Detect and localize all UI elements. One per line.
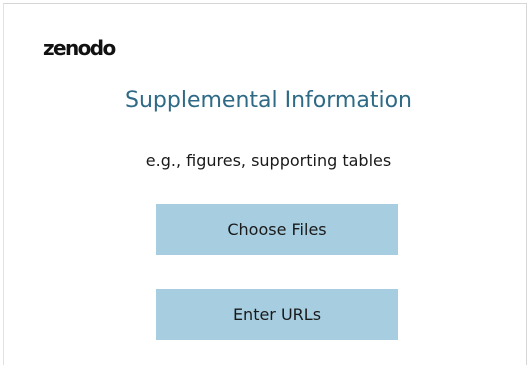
choose-files-button[interactable]: Choose Files bbox=[156, 204, 398, 255]
zenodo-logo: zenodo bbox=[43, 36, 116, 60]
page-subtitle: e.g., figures, supporting tables bbox=[145, 151, 392, 170]
page-title: Supplemental Information bbox=[125, 88, 412, 113]
enter-urls-button[interactable]: Enter URLs bbox=[156, 289, 398, 340]
upload-panel: zenodo Supplemental Information e.g., fi… bbox=[3, 3, 527, 365]
